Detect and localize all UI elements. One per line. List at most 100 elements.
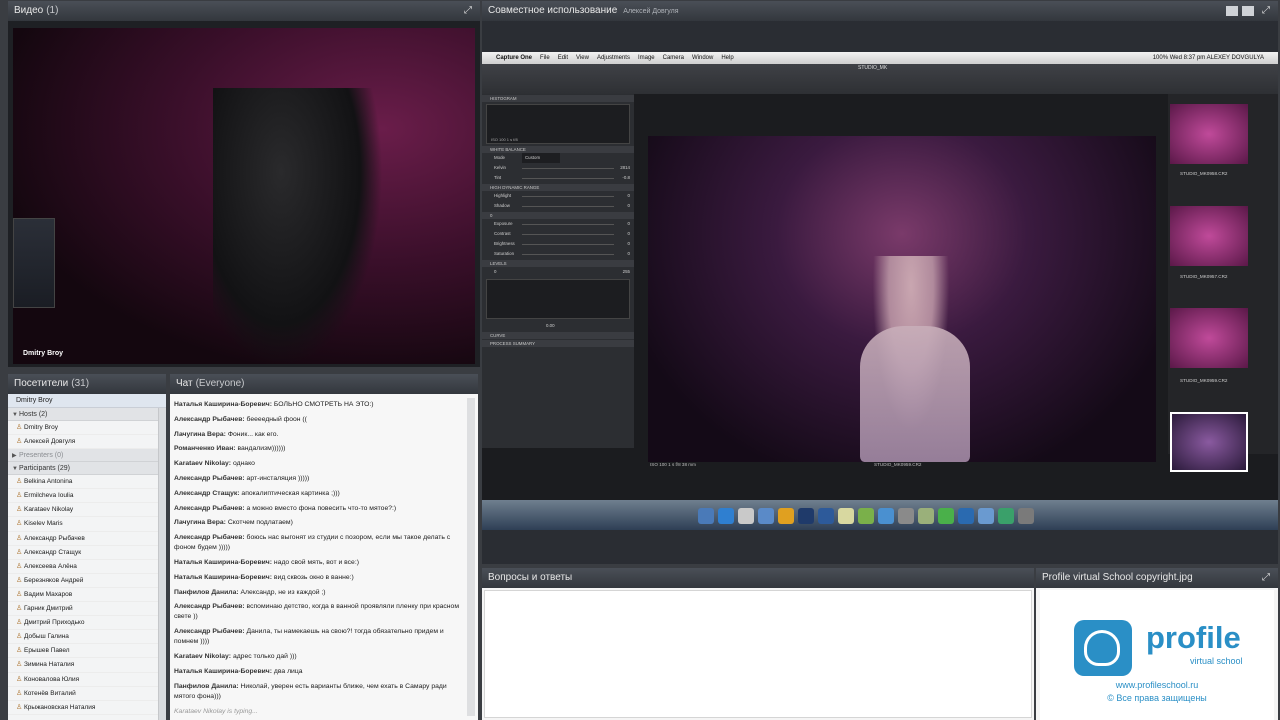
contrast-slider[interactable] [522, 234, 614, 235]
dock-app-icon[interactable] [718, 508, 734, 524]
exposure-slider[interactable] [522, 224, 614, 225]
shadow-value[interactable]: 0 [628, 201, 630, 211]
wb-mode-select[interactable]: Custom [522, 153, 561, 163]
mac-menu-item[interactable]: Window [692, 55, 713, 61]
mac-menu-item[interactable]: Camera [663, 55, 684, 61]
tint-slider[interactable] [522, 178, 614, 179]
fullscreen-icon[interactable]: ⤢ [1260, 572, 1272, 584]
attendee-row[interactable]: ♙ Гарник Дмитрий [8, 602, 166, 617]
attendee-row[interactable]: ♙ Добыш Галина [8, 630, 166, 645]
shadow-row[interactable]: Shadow 0 [482, 201, 634, 211]
kelvin-slider[interactable] [522, 168, 614, 169]
mac-menu-item[interactable]: View [576, 55, 589, 61]
dock-app-icon[interactable] [698, 508, 714, 524]
exposure-header[interactable]: 0 [482, 212, 634, 219]
chat-messages: Наталья Каширина-Боревич: БОЛЬНО СМОТРЕТ… [174, 400, 464, 716]
attendee-row[interactable]: ♙ Березняков Андрей [8, 574, 166, 588]
selected-attendee[interactable]: Dmitry Broy [8, 394, 166, 408]
attendee-row[interactable]: ♙ Ерышев Павел [8, 644, 166, 659]
saturation-value[interactable]: 0 [628, 249, 630, 259]
attendee-row[interactable]: ♙ Зимина Наталия [8, 658, 166, 673]
presenters-group[interactable]: ▶ Presenters (0) [8, 449, 166, 463]
contrast-row[interactable]: Contrast 0 [482, 229, 634, 239]
attendee-row[interactable]: ♙ Александр Стащук [8, 546, 166, 560]
thumbnail[interactable] [1170, 308, 1248, 368]
attendee-row[interactable]: ♙ Котенёв Виталий [8, 687, 166, 701]
levels-low[interactable]: 0 [494, 269, 496, 274]
mac-menu-item[interactable]: Edit [558, 55, 568, 61]
dock-app-icon[interactable] [778, 508, 794, 524]
brightness-slider[interactable] [522, 244, 614, 245]
levels-header[interactable]: LEVELS [482, 260, 634, 267]
attendee-row[interactable]: ♙ Karataev Nikolay [8, 503, 166, 518]
mac-menu-item[interactable]: Capture One [496, 55, 532, 61]
thumbnail[interactable] [1170, 206, 1248, 266]
attendee-row[interactable]: ♙ Вадим Махаров [8, 588, 166, 603]
brightness-value[interactable]: 0 [628, 239, 630, 249]
brightness-row[interactable]: Brightness 0 [482, 239, 634, 249]
mac-menu-item[interactable]: File [540, 55, 550, 61]
tint-row[interactable]: Tint -0.8 [482, 173, 634, 183]
dock-app-icon[interactable] [818, 508, 834, 524]
levels-mid[interactable]: 0.00 [546, 321, 555, 331]
contrast-value[interactable]: 0 [628, 229, 630, 239]
shadow-slider[interactable] [522, 206, 614, 207]
attendee-row[interactable]: ♙ Belkina Antonina [8, 475, 166, 490]
window-minimize-icon[interactable] [1226, 6, 1238, 16]
thumbnail[interactable] [1170, 104, 1248, 164]
dock-app-icon[interactable] [898, 508, 914, 524]
dock-app-icon[interactable] [918, 508, 934, 524]
saturation-slider[interactable] [522, 254, 614, 255]
hdr-header[interactable]: HIGH DYNAMIC RANGE [482, 184, 634, 191]
attendee-row[interactable]: ♙ Александр Рыбачев [8, 532, 166, 546]
window-restore-icon[interactable] [1242, 6, 1254, 16]
dock-app-icon[interactable] [978, 508, 994, 524]
mac-menu-item[interactable]: Help [721, 55, 733, 61]
dock-app-icon[interactable] [1018, 508, 1034, 524]
kelvin-value[interactable]: 2814 [620, 163, 630, 173]
process-summary-header[interactable]: PROCESS SUMMARY [482, 340, 634, 347]
dock-app-icon[interactable] [858, 508, 874, 524]
tint-value[interactable]: -0.8 [622, 173, 630, 183]
mac-menu-item[interactable]: Adjustments [597, 55, 630, 61]
highlight-value[interactable]: 0 [628, 191, 630, 201]
attendee-row[interactable]: ♙ Дмитрий Приходько [8, 616, 166, 631]
attendee-row[interactable]: ♙ Коновалова Юлия [8, 673, 166, 687]
white-balance-header[interactable]: WHITE BALANCE [482, 146, 634, 153]
dock-app-icon[interactable] [938, 508, 954, 524]
kelvin-row[interactable]: Kelvin 2814 [482, 163, 634, 173]
highlight-slider[interactable] [522, 196, 614, 197]
attendee-row[interactable]: ♙ Kiselev Maris [8, 517, 166, 532]
participants-group[interactable]: ▼Participants (29) [8, 462, 166, 476]
curve-header[interactable]: CURVE [482, 332, 634, 339]
attendee-row[interactable]: ♙ Алексеева Алёна [8, 560, 166, 574]
dock-app-icon[interactable] [738, 508, 754, 524]
attendee-row[interactable]: ♙ Ermilcheva Ioulia [8, 489, 166, 504]
attendees-scrollbar[interactable] [158, 408, 166, 720]
fullscreen-icon[interactable]: ⤢ [462, 5, 474, 17]
qa-content[interactable] [484, 590, 1032, 718]
dock-app-icon[interactable] [758, 508, 774, 524]
dock-app-icon[interactable] [798, 508, 814, 524]
dock-app-icon[interactable] [878, 508, 894, 524]
exposure-row[interactable]: Exposure 0 [482, 219, 634, 229]
attendee-row[interactable]: ♙ Dmitry Broy [8, 421, 166, 436]
dock-app-icon[interactable] [838, 508, 854, 524]
saturation-row[interactable]: Saturation 0 [482, 249, 634, 259]
fullscreen-icon[interactable]: ⤢ [1260, 5, 1272, 17]
dock-app-icon[interactable] [998, 508, 1014, 524]
thumbnail[interactable] [1170, 412, 1248, 472]
highlight-row[interactable]: Highlight 0 [482, 191, 634, 201]
exposure-value[interactable]: 0 [628, 219, 630, 229]
chat-audience[interactable]: (Everyone) [196, 378, 245, 389]
wb-mode-row[interactable]: Mode Custom [482, 153, 634, 163]
attendee-row[interactable]: ♙ Крыжановская Наталия [8, 701, 166, 715]
histogram-header[interactable]: HISTOGRAM [482, 95, 634, 102]
mac-menu-item[interactable]: Image [638, 55, 655, 61]
levels-high[interactable]: 255 [623, 267, 630, 277]
dock-app-icon[interactable] [958, 508, 974, 524]
chat-scrollbar[interactable] [467, 398, 475, 716]
attendee-row[interactable]: ♙ Алексей Довгуля [8, 435, 166, 450]
hosts-group[interactable]: ▼Hosts (2) [8, 408, 166, 421]
image-viewer[interactable] [648, 136, 1156, 462]
